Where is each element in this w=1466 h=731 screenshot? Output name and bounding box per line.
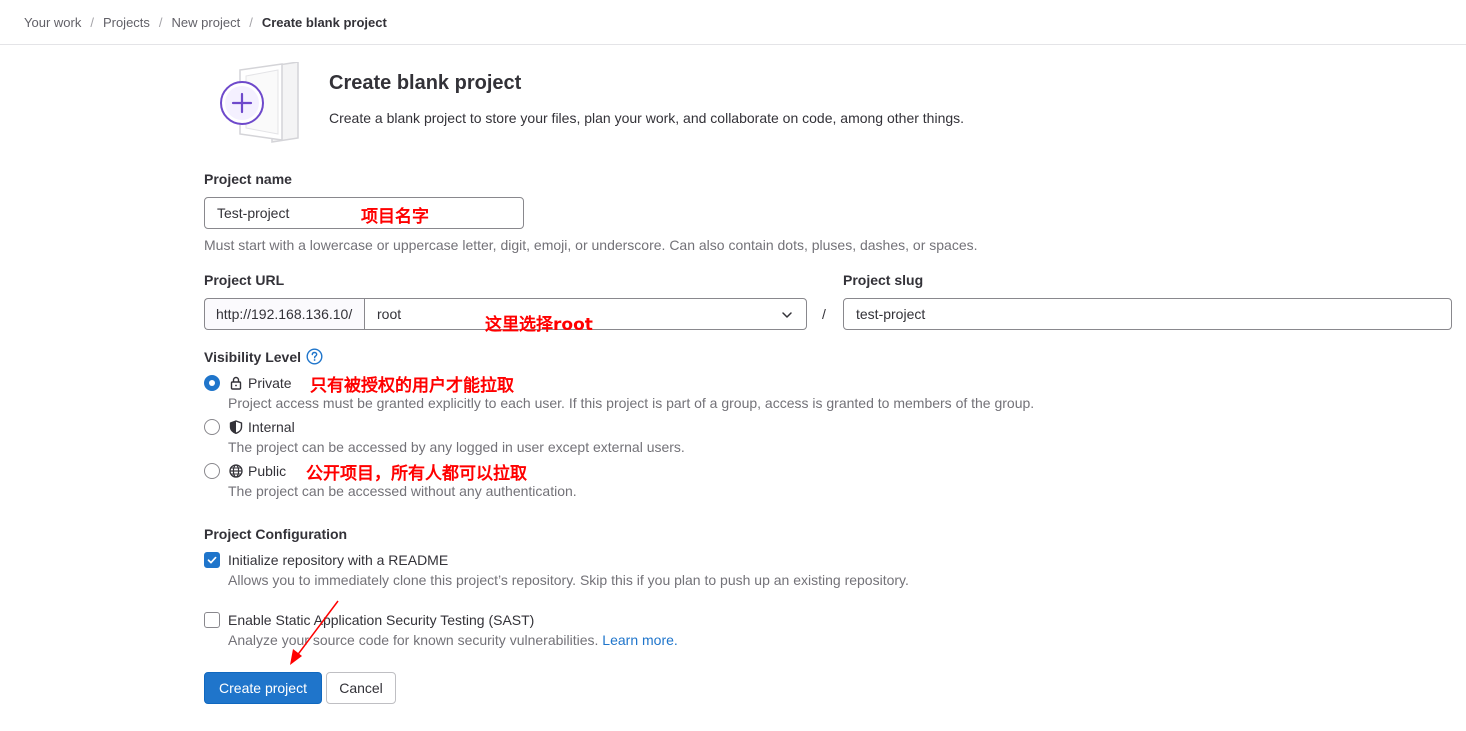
project-slug-input[interactable] (843, 298, 1452, 330)
breadcrumb-projects[interactable]: Projects (103, 15, 150, 30)
chevron-down-icon (782, 312, 792, 318)
readme-checkbox[interactable] (204, 552, 220, 568)
breadcrumb-separator: / (90, 14, 94, 30)
visibility-public-label: Public (248, 463, 287, 479)
learn-more-link[interactable]: Learn more. (602, 632, 677, 648)
project-slug-label: Project slug (843, 272, 924, 288)
breadcrumb: Your work / Projects / New project / Cre… (0, 0, 1466, 45)
visibility-private-radio[interactable] (204, 375, 220, 391)
visibility-internal-radio[interactable] (204, 419, 220, 435)
create-project-button[interactable]: Create project (204, 672, 322, 704)
breadcrumb-your-work[interactable]: Your work (24, 15, 81, 30)
sast-label: Enable Static Application Security Testi… (228, 612, 535, 628)
namespace-select-value: root (377, 306, 402, 322)
question-circle-icon[interactable] (306, 348, 323, 365)
visibility-public-radio[interactable] (204, 463, 220, 479)
project-name-label: Project name (204, 171, 292, 187)
visibility-internal-label: Internal (248, 419, 295, 435)
url-slash-separator: / (822, 306, 826, 322)
plus-document-illustration-icon (216, 61, 304, 146)
sast-description-row: Analyze your source code for known secur… (228, 632, 678, 648)
globe-icon (229, 464, 243, 478)
project-url-label: Project URL (204, 272, 285, 288)
page-description: Create a blank project to store your fil… (329, 110, 965, 126)
visibility-public-description: The project can be accessed without any … (228, 483, 577, 499)
annotation-project-name: 项目名字 (361, 207, 429, 227)
visibility-level-label: Visibility Level (204, 349, 302, 365)
check-icon (207, 556, 217, 564)
sast-description: Analyze your source code for known secur… (228, 632, 599, 648)
cancel-button[interactable]: Cancel (326, 672, 396, 704)
breadcrumb-new-project[interactable]: New project (172, 15, 241, 30)
breadcrumb-current: Create blank project (261, 14, 387, 30)
readme-label: Initialize repository with a README (228, 552, 449, 568)
project-url-prefix: http://192.168.136.10/ (204, 298, 364, 330)
project-configuration-label: Project Configuration (204, 526, 348, 542)
annotation-public: 公开项目，所有人都可以拉取 (306, 464, 527, 484)
annotation-private: 只有被授权的用户才能拉取 (310, 376, 514, 396)
lock-icon (230, 376, 242, 390)
project-url-prefix-text: http://192.168.136.10/ (216, 306, 353, 322)
shield-icon (229, 420, 243, 434)
visibility-internal-description: The project can be accessed by any logge… (228, 439, 685, 455)
page-title: Create blank project (329, 72, 522, 94)
readme-description: Allows you to immediately clone this pro… (228, 572, 909, 588)
visibility-private-label: Private (248, 375, 292, 391)
visibility-private-description: Project access must be granted explicitl… (228, 395, 1035, 411)
breadcrumb-separator: / (249, 14, 253, 30)
annotation-namespace: 这里选择root (485, 315, 593, 335)
project-name-help: Must start with a lowercase or uppercase… (204, 237, 978, 253)
sast-checkbox[interactable] (204, 612, 220, 628)
breadcrumb-separator: / (158, 14, 163, 30)
